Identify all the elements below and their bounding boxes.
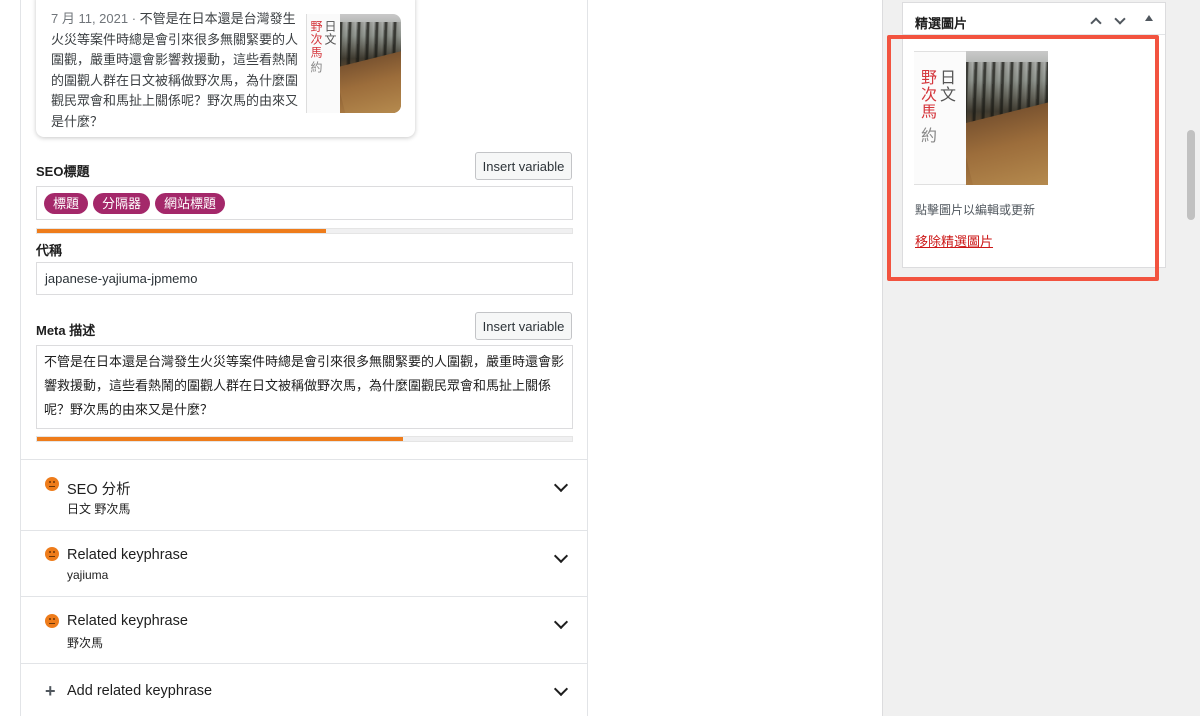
- annotation-highlight-box: [887, 35, 1159, 281]
- accordion-seo-analysis[interactable]: SEO 分析 日文 野次馬: [21, 459, 588, 530]
- seo-title-input[interactable]: 標題 分隔器 網站標題: [36, 186, 573, 220]
- meta-description-progress-fill: [37, 437, 404, 441]
- accordion-subtitle: yajiuma: [67, 568, 109, 582]
- neutral-face-icon: [45, 547, 59, 561]
- move-down-icon[interactable]: [1114, 13, 1126, 25]
- featured-image-panel-header[interactable]: 精選圖片: [903, 3, 1165, 35]
- snippet-description: 7 月 11, 2021 · 不管是在日本還是台灣發生火災等案件時總是會引來很多…: [51, 9, 303, 132]
- meta-description-label: Meta 描述: [36, 323, 96, 338]
- chevron-down-icon[interactable]: [553, 681, 569, 697]
- thumbnail-photo: [340, 14, 401, 113]
- plus-icon: +: [45, 681, 56, 701]
- meta-description-insert-variable-button[interactable]: Insert variable: [475, 312, 572, 340]
- chevron-down-icon[interactable]: [553, 548, 569, 564]
- move-up-icon[interactable]: [1090, 17, 1102, 29]
- seo-title-progress-fill: [37, 229, 326, 233]
- neutral-face-icon: [45, 477, 59, 491]
- meta-description-length-progress: [36, 436, 573, 442]
- seo-title-insert-variable-button[interactable]: Insert variable: [475, 152, 572, 180]
- accordion-title: SEO 分析: [67, 482, 131, 498]
- accordion-title: Add related keyphrase: [67, 683, 213, 699]
- chevron-down-icon[interactable]: [553, 477, 569, 493]
- accordion-related-keyphrase-2[interactable]: Related keyphrase 野次馬: [21, 596, 588, 663]
- thumbnail-text-red: 野次馬: [309, 20, 323, 59]
- snippet-thumbnail: 日文 野次馬 約: [306, 14, 401, 113]
- variable-pill-site-title[interactable]: 網站標題: [155, 193, 226, 214]
- accordion-related-keyphrase-1[interactable]: Related keyphrase yajiuma: [21, 530, 588, 596]
- accordion-add-related-keyphrase[interactable]: + Add related keyphrase: [21, 663, 588, 716]
- variable-pill-separator[interactable]: 分隔器: [93, 193, 151, 214]
- seo-title-label: SEO標題: [36, 164, 90, 179]
- toggle-panel-icon[interactable]: [1145, 15, 1153, 21]
- chevron-down-icon[interactable]: [553, 614, 569, 630]
- accordion-subtitle: 日文 野次馬: [67, 502, 131, 516]
- accordion-subtitle: 野次馬: [67, 636, 104, 650]
- variable-pill-title[interactable]: 標題: [44, 193, 89, 214]
- panel-title: 精選圖片: [915, 16, 968, 31]
- slug-input[interactable]: japanese-yajiuma-jpmemo: [36, 262, 573, 295]
- accordion-title: Related keyphrase: [67, 547, 188, 563]
- snippet-preview-card: 7 月 11, 2021 · 不管是在日本還是台灣發生火災等案件時總是會引來很多…: [36, 0, 415, 137]
- seo-title-length-progress: [36, 228, 573, 234]
- slug-label: 代稱: [36, 243, 63, 258]
- snippet-date: 7 月 11, 2021 ·: [51, 11, 140, 26]
- thumbnail-text-panel: 日文 野次馬 約: [306, 14, 342, 113]
- meta-description-input[interactable]: 不管是在日本還是台灣發生火災等案件時總是會引來很多無關緊要的人圍觀，嚴重時還會影…: [36, 345, 573, 429]
- page-scrollbar[interactable]: [1187, 130, 1195, 220]
- neutral-face-icon: [45, 614, 59, 628]
- snippet-text: 不管是在日本還是台灣發生火災等案件時總是會引來很多無關緊要的人圍觀，嚴重時還會影…: [51, 11, 299, 129]
- thumbnail-text-gray-2: 約: [309, 61, 323, 74]
- accordion-title: Related keyphrase: [67, 613, 188, 629]
